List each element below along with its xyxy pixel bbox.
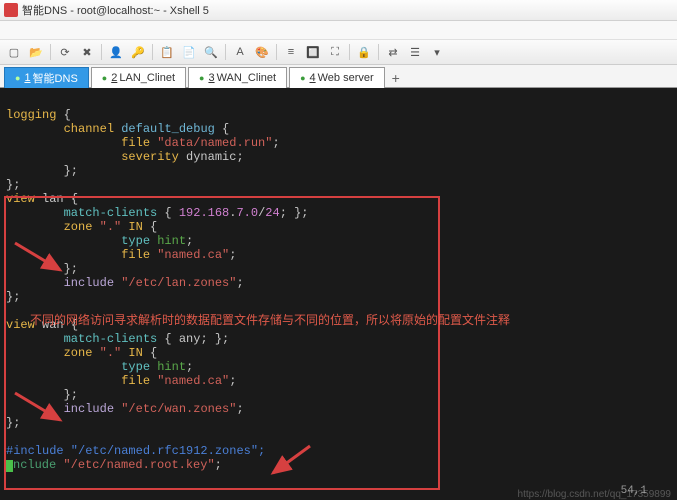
tab-label: WAN_Clinet (217, 72, 277, 84)
open-icon[interactable]: 📂 (26, 42, 46, 62)
status-dot-icon: ● (102, 73, 107, 83)
paste-icon[interactable]: 📄 (179, 42, 199, 62)
terminal-content: logging { channel default_debug { file "… (6, 94, 309, 472)
status-dot-icon: ● (199, 73, 204, 83)
more-icon[interactable]: ▾ (427, 42, 447, 62)
app-icon (4, 3, 18, 17)
search-icon[interactable]: 🔍 (201, 42, 221, 62)
disconnect-icon[interactable]: ✖ (77, 42, 97, 62)
tab-2[interactable]: ● 2 LAN_Clinet (91, 67, 186, 88)
tab-label: LAN_Clinet (119, 72, 175, 84)
watermark: https://blog.csdn.net/qq_17359899 (518, 488, 671, 500)
tab-num: 4 (310, 72, 316, 84)
separator (225, 44, 226, 60)
font-icon[interactable]: A (230, 42, 250, 62)
transfer-icon[interactable]: ⇄ (383, 42, 403, 62)
new-icon[interactable]: ▢ (4, 42, 24, 62)
separator (101, 44, 102, 60)
lock-icon[interactable]: 🔒 (354, 42, 374, 62)
list-icon[interactable]: ☰ (405, 42, 425, 62)
fullscreen-icon[interactable]: ⛶ (325, 42, 345, 62)
tab-num: 1 (24, 72, 30, 84)
separator (50, 44, 51, 60)
terminal[interactable]: logging { channel default_debug { file "… (0, 88, 677, 500)
reconnect-icon[interactable]: ⟳ (55, 42, 75, 62)
props-icon[interactable]: ≡ (281, 42, 301, 62)
cursor (6, 460, 13, 472)
color-icon[interactable]: 🎨 (252, 42, 272, 62)
tab-num: 3 (208, 72, 214, 84)
separator (349, 44, 350, 60)
zoom-icon[interactable]: 🔲 (303, 42, 323, 62)
tab-bar: ● 1 智能DNS ● 2 LAN_Clinet ● 3 WAN_Clinet ● 4 … (0, 65, 677, 88)
annotation-text: 不同的网络访问寻求解析时的数据配置文件存储与不同的位置，所以将原始的配置文件注释 (30, 313, 510, 327)
tab-num: 2 (111, 72, 117, 84)
new-tab-button[interactable]: + (387, 69, 405, 87)
menu-bar[interactable] (0, 21, 677, 40)
tab-1[interactable]: ● 1 智能DNS (4, 67, 89, 88)
tab-4[interactable]: ● 4 Web server (289, 67, 385, 88)
separator (152, 44, 153, 60)
key-icon[interactable]: 🔑 (128, 42, 148, 62)
separator (276, 44, 277, 60)
tab-label: 智能DNS (33, 70, 78, 86)
window-title: 智能DNS - root@localhost:~ - Xshell 5 (22, 2, 209, 18)
tab-3[interactable]: ● 3 WAN_Clinet (188, 67, 287, 88)
title-bar: 智能DNS - root@localhost:~ - Xshell 5 (0, 0, 677, 21)
profile-icon[interactable]: 👤 (106, 42, 126, 62)
copy-icon[interactable]: 📋 (157, 42, 177, 62)
status-dot-icon: ● (15, 73, 20, 83)
separator (378, 44, 379, 60)
status-dot-icon: ● (300, 73, 305, 83)
toolbar: ▢ 📂 ⟳ ✖ 👤 🔑 📋 📄 🔍 A 🎨 ≡ 🔲 ⛶ 🔒 ⇄ ☰ ▾ (0, 40, 677, 65)
tab-label: Web server (318, 72, 374, 84)
